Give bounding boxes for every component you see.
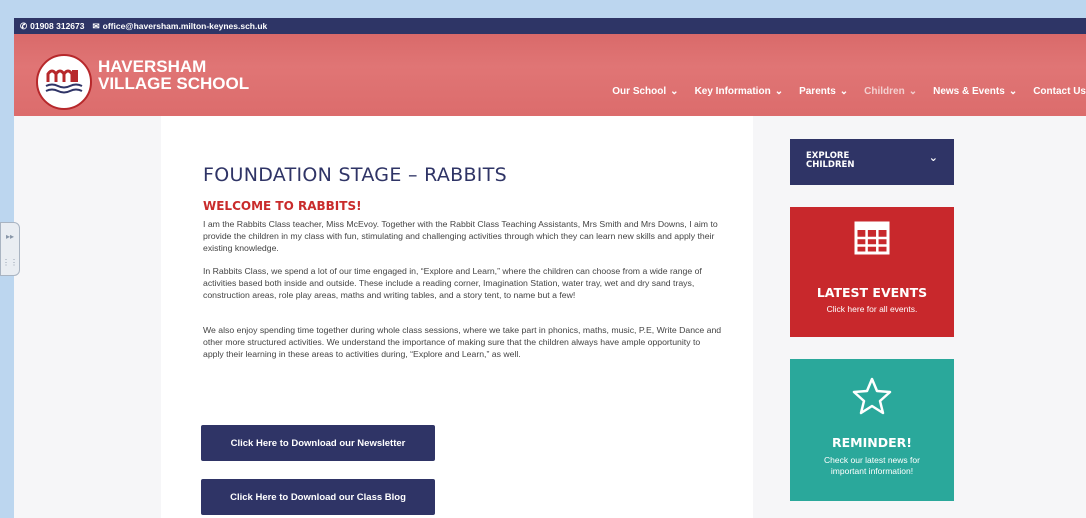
reminder-title: REMINDER!: [832, 435, 912, 450]
nav-label: Children: [864, 86, 905, 97]
main-navigation: Our School ⌄ Key Information ⌄ Parents ⌄…: [612, 86, 1086, 97]
events-title: LATEST EVENTS: [816, 285, 928, 300]
email-icon: ✉: [92, 20, 100, 31]
page-title: FOUNDATION STAGE – RABBITS: [203, 164, 507, 186]
nav-parents[interactable]: Parents ⌄: [799, 86, 848, 97]
side-drawer-handle[interactable]: ▸▸ ⋮⋮: [0, 222, 20, 276]
welcome-heading: WELCOME TO RABBITS!: [203, 199, 362, 213]
nav-label: Contact Us: [1033, 86, 1086, 97]
phone-link[interactable]: ✆ 01908 312673: [20, 21, 85, 32]
school-name[interactable]: HAVERSHAM VILLAGE SCHOOL: [98, 58, 249, 92]
nav-label: News & Events: [933, 86, 1005, 97]
nav-key-information[interactable]: Key Information ⌄: [695, 86, 784, 97]
download-newsletter-button[interactable]: Click Here to Download our Newsletter: [201, 425, 435, 461]
main-content: FOUNDATION STAGE – RABBITS WELCOME TO RA…: [161, 116, 753, 518]
chevron-right-icon: ▸▸: [5, 231, 15, 241]
chevron-down-icon: ⌄: [908, 86, 918, 97]
nav-children[interactable]: Children ⌄: [864, 86, 917, 97]
star-icon: [790, 377, 954, 415]
explore-paragraph: In Rabbits Class, we spend a lot of our …: [203, 266, 702, 300]
email-address: office@haversham.milton-keynes.sch.uk: [102, 21, 268, 31]
download-class-blog-button[interactable]: Click Here to Download our Class Blog: [201, 479, 435, 515]
reminder-card[interactable]: REMINDER! Check our latest news for impo…: [790, 359, 954, 501]
class-sessions-paragraph: We also enjoy spending time together dur…: [203, 325, 722, 359]
chevron-down-icon: ⌄: [928, 151, 938, 164]
grip-icon: ⋮⋮: [2, 257, 18, 267]
nav-label: Parents: [799, 86, 836, 97]
reminder-subtitle-line2: important information!: [830, 466, 914, 476]
events-subtitle: Click here for all events.: [826, 304, 918, 314]
nav-our-school[interactable]: Our School ⌄: [612, 86, 678, 97]
nav-news-events[interactable]: News & Events ⌄: [933, 86, 1017, 97]
school-logo[interactable]: [36, 54, 92, 110]
intro-paragraph: I am the Rabbits Class teacher, Miss McE…: [203, 219, 718, 253]
nav-label: Our School: [612, 86, 667, 97]
chevron-down-icon: ⌄: [839, 86, 849, 97]
school-name-line1: HAVERSHAM: [98, 57, 207, 76]
phone-number: 01908 312673: [30, 21, 85, 31]
nav-contact-us[interactable]: Contact Us: [1033, 86, 1086, 97]
explore-children-dropdown[interactable]: EXPLORE CHILDREN ⌄: [790, 139, 954, 185]
phone-icon: ✆: [20, 20, 28, 31]
site-header: HAVERSHAM VILLAGE SCHOOL Our School ⌄ Ke…: [14, 34, 1086, 116]
chevron-down-icon: ⌄: [670, 86, 679, 97]
reminder-subtitle-line1: Check our latest news for: [824, 455, 920, 465]
email-link[interactable]: ✉ office@haversham.milton-keynes.sch.uk: [93, 21, 268, 32]
chevron-down-icon: ⌄: [1008, 86, 1018, 97]
latest-events-card[interactable]: LATEST EVENTS Click here for all events.: [790, 207, 954, 337]
calendar-grid-icon: [790, 221, 954, 255]
contact-bar: ✆ 01908 312673 ✉ office@haversham.milton…: [14, 18, 1086, 34]
school-name-line2: VILLAGE SCHOOL: [98, 74, 250, 93]
nav-label: Key Information: [694, 86, 771, 97]
chevron-down-icon: ⌄: [774, 86, 784, 97]
